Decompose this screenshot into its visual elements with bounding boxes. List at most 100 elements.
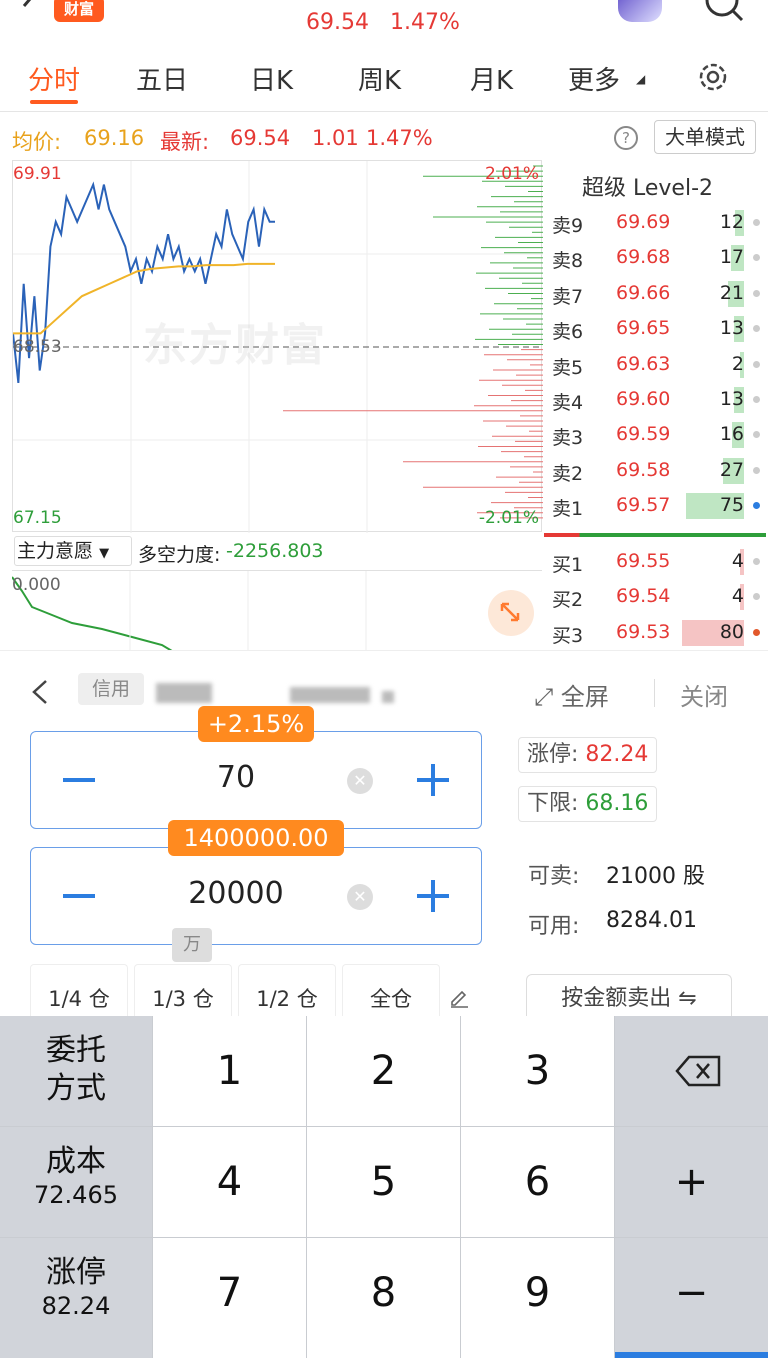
ask-row[interactable]: 卖1 69.57 75	[544, 488, 768, 523]
position-third-button[interactable]: 1/3 仓	[134, 964, 232, 1016]
avatar[interactable]	[618, 0, 662, 22]
ask-price: 69.69	[616, 211, 671, 233]
change-value: 1.01	[312, 126, 359, 150]
qty-plus-button[interactable]	[417, 880, 449, 912]
key-9-label: 9	[524, 1270, 551, 1316]
tab-more[interactable]: 更多	[568, 60, 620, 97]
ask-row[interactable]: 卖8 69.68 17	[544, 240, 768, 275]
intraday-chart[interactable]: 东方财富 69.91 68.53 67.15 2.01% -2.01%	[12, 160, 543, 533]
price-info-line: 均价: 69.16 最新: 69.54 1.01 1.47% ? 大单模式	[0, 118, 768, 158]
big-order-mode-button[interactable]: 大单模式	[654, 120, 756, 154]
ask-level-label: 卖1	[552, 498, 584, 521]
lower-limit-tag[interactable]: 下限: 68.16	[518, 786, 658, 822]
bid-row[interactable]: 买2 69.54 4	[544, 579, 768, 614]
close-button[interactable]: 关闭	[680, 677, 728, 712]
last-price-label: 最新:	[160, 130, 210, 154]
ask-row[interactable]: 卖4 69.60 13	[544, 382, 768, 417]
price-stepper[interactable]: 70 ✕	[30, 731, 482, 829]
key-6[interactable]: 6	[461, 1127, 614, 1237]
tab-weekly-k[interactable]: 周K	[358, 60, 401, 97]
top-bar: 财富 69.54 1.47%	[0, 0, 768, 44]
indicator-bar: 主力意愿 ▼ 多空力度: -2256.803	[12, 532, 542, 570]
search-icon[interactable]	[700, 0, 744, 24]
divider	[654, 679, 655, 707]
ask-price: 69.63	[616, 352, 671, 375]
edit-icon[interactable]	[448, 986, 470, 1008]
available-value: 8284.01	[606, 908, 697, 933]
order-type-key[interactable]: 委托 方式	[0, 1016, 152, 1126]
price-clear-icon[interactable]: ✕	[347, 768, 373, 794]
ask-row[interactable]: 卖9 69.69 12	[544, 205, 768, 240]
ask-row[interactable]: 卖5 69.63 2	[544, 347, 768, 382]
price-minus-button[interactable]	[63, 778, 95, 782]
key-6-label: 6	[524, 1159, 551, 1205]
bid-level-label: 买2	[552, 589, 584, 612]
key-3[interactable]: 3	[461, 1016, 614, 1126]
tab-intraday[interactable]: 分时	[28, 60, 80, 97]
sell-by-amount-button[interactable]: 按金额卖出 ⇋	[526, 974, 732, 1016]
ask-row[interactable]: 卖7 69.66 21	[544, 276, 768, 311]
backspace-key[interactable]	[615, 1016, 768, 1126]
indicator-select[interactable]: 主力意愿 ▼	[14, 536, 132, 566]
key-4[interactable]: 4	[153, 1127, 306, 1237]
ask-level-label: 卖4	[552, 392, 584, 414]
help-icon[interactable]: ?	[614, 126, 638, 150]
key-8[interactable]: 8	[307, 1238, 460, 1358]
redacted-stock-name	[156, 683, 212, 703]
bid-row[interactable]: 买1 69.55 4	[544, 544, 768, 579]
qty-minus-button[interactable]	[63, 894, 95, 898]
tab-monthly-k[interactable]: 月K	[470, 60, 513, 97]
back-arrow-icon[interactable]	[14, 0, 48, 22]
ask-price: 69.58	[616, 458, 671, 481]
expand-chart-button[interactable]	[488, 590, 534, 636]
ask-row[interactable]: 卖2 69.58 27	[544, 453, 768, 488]
key-9[interactable]: 9	[461, 1238, 614, 1358]
lower-limit-value: 68.16	[585, 791, 649, 816]
quantity-input[interactable]: 20000	[131, 876, 341, 911]
key-1-label: 1	[216, 1048, 243, 1094]
cost-label: 成本	[46, 1144, 106, 1179]
key-2-label: 2	[370, 1048, 397, 1094]
ask-price: 69.68	[616, 246, 671, 269]
tab-five-day[interactable]: 五日	[136, 60, 188, 97]
cost-key[interactable]: 成本 72.465	[0, 1127, 152, 1237]
level-dot	[753, 558, 760, 565]
ask-level-label: 卖2	[552, 462, 584, 485]
qty-clear-icon[interactable]: ✕	[347, 884, 373, 910]
bid-row[interactable]: 买3 69.53 80	[544, 615, 768, 650]
limit-up-key[interactable]: 涨停 82.24	[0, 1238, 152, 1358]
key-1[interactable]: 1	[153, 1016, 306, 1126]
position-half-button[interactable]: 1/2 仓	[238, 964, 336, 1016]
position-full-button[interactable]: 全仓	[342, 964, 440, 1016]
ask-price: 69.65	[616, 317, 671, 340]
header-price: 69.54	[306, 10, 369, 35]
ask-level-label: 卖5	[552, 356, 584, 379]
gear-icon[interactable]	[696, 60, 730, 94]
key-5[interactable]: 5	[307, 1127, 460, 1237]
chevron-left-icon[interactable]	[30, 677, 50, 707]
last-price-value: 69.54	[230, 126, 291, 150]
minus-key[interactable]: −	[615, 1238, 768, 1358]
numeric-keypad: 委托 方式 成本 72.465 涨停 82.24 1 2 3 4 5 6 7 8…	[0, 1016, 768, 1358]
limit-up-key-label: 涨停	[46, 1255, 106, 1290]
indicator-name: 主力意愿	[17, 540, 94, 562]
quantity-stepper[interactable]: 20000 ✕	[30, 847, 482, 945]
price-plus-button[interactable]	[417, 764, 449, 796]
ask-volume: 27	[719, 458, 744, 481]
price-input[interactable]: 70	[131, 760, 341, 795]
key-2[interactable]: 2	[307, 1016, 460, 1126]
position-quarter-button[interactable]: 1/4 仓	[30, 964, 128, 1016]
order-book-divider	[544, 533, 766, 537]
app-logo: 财富	[54, 0, 104, 22]
tab-daily-k[interactable]: 日K	[250, 60, 293, 97]
ask-row[interactable]: 卖3 69.59 16	[544, 417, 768, 452]
indicator-line	[12, 571, 367, 651]
plus-key[interactable]: +	[615, 1127, 768, 1237]
sellable-label: 可卖:	[528, 864, 580, 889]
fullscreen-button[interactable]: ⤢ 全屏	[534, 677, 609, 712]
ask-row[interactable]: 卖6 69.65 13	[544, 311, 768, 346]
limit-up-tag[interactable]: 涨停: 82.24	[518, 737, 658, 773]
indicator-value: -2256.803	[226, 540, 324, 562]
avg-price-label: 均价:	[12, 130, 62, 154]
key-7[interactable]: 7	[153, 1238, 306, 1358]
